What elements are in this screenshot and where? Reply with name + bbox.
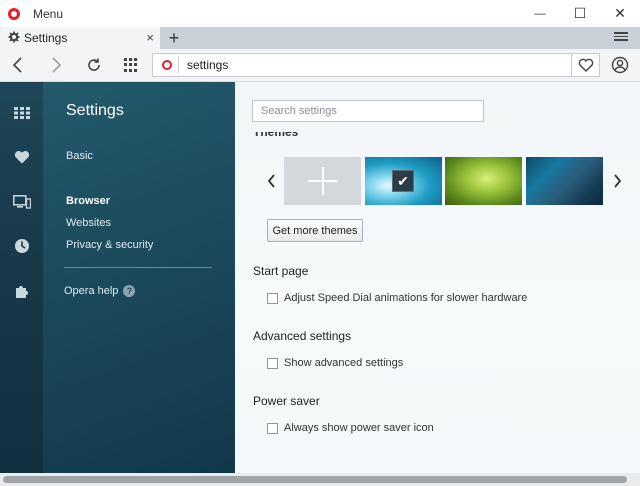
settings-content: Themes ✔ Get more themes Start page Adju… bbox=[235, 82, 640, 473]
maximize-icon: ☐ bbox=[573, 5, 587, 21]
nav-divider bbox=[64, 267, 212, 268]
devices-icon[interactable] bbox=[13, 193, 31, 211]
get-more-themes-button[interactable]: Get more themes bbox=[267, 219, 363, 242]
back-icon bbox=[12, 57, 22, 73]
toolbar: settings bbox=[0, 49, 640, 82]
checkbox[interactable] bbox=[267, 292, 278, 304]
opera-logo-icon bbox=[8, 7, 20, 20]
theme-tile[interactable] bbox=[526, 157, 603, 205]
theme-tile-selected[interactable]: ✔ bbox=[365, 157, 442, 205]
theme-tile[interactable] bbox=[445, 157, 522, 205]
minimize-button[interactable]: — bbox=[520, 0, 560, 27]
address-text[interactable]: settings bbox=[187, 58, 228, 72]
sidebar-heart-icon[interactable] bbox=[13, 148, 31, 166]
chevron-left-icon bbox=[267, 174, 275, 188]
help-icon: ? bbox=[123, 285, 136, 297]
search-box[interactable] bbox=[252, 100, 484, 122]
power-saver-heading: Power saver bbox=[253, 394, 320, 408]
speed-dial-button[interactable] bbox=[119, 53, 143, 77]
close-icon: ✕ bbox=[614, 5, 626, 21]
themes-next-button[interactable] bbox=[609, 169, 625, 193]
scrollbar-thumb[interactable] bbox=[3, 476, 627, 483]
option-label: Always show power saver icon bbox=[284, 422, 434, 434]
tab-menu-icon[interactable] bbox=[614, 30, 628, 44]
maximize-button[interactable]: ☐ bbox=[560, 0, 600, 27]
profile-button[interactable] bbox=[606, 53, 634, 77]
option-label: Adjust Speed Dial animations for slower … bbox=[284, 292, 528, 304]
page-title: Settings bbox=[66, 102, 124, 119]
show-advanced-settings-option[interactable]: Show advanced settings bbox=[267, 357, 403, 369]
opera-page-icon bbox=[162, 60, 172, 70]
profile-icon bbox=[611, 56, 629, 74]
checkbox[interactable] bbox=[267, 357, 278, 369]
nav-item-browser[interactable]: Browser bbox=[66, 195, 110, 207]
gear-icon bbox=[8, 31, 20, 46]
start-page-heading: Start page bbox=[253, 264, 309, 278]
history-icon[interactable] bbox=[13, 237, 31, 255]
tab-title: Settings bbox=[24, 31, 68, 45]
menu-label: Menu bbox=[33, 6, 64, 21]
opera-help-label: Opera help bbox=[64, 285, 119, 297]
themes-heading: Themes bbox=[253, 132, 298, 138]
themes-carousel: ✔ bbox=[235, 157, 640, 205]
search-input[interactable] bbox=[261, 105, 483, 117]
back-button[interactable] bbox=[6, 53, 30, 77]
opera-menu-button[interactable]: Menu bbox=[0, 0, 63, 27]
extensions-icon[interactable] bbox=[13, 282, 31, 300]
heart-icon bbox=[578, 58, 593, 72]
power-saver-icon-option[interactable]: Always show power saver icon bbox=[267, 422, 434, 434]
minimize-icon: — bbox=[534, 7, 546, 20]
tab-settings[interactable]: Settings × bbox=[0, 27, 160, 49]
tab-bar: Settings × + bbox=[0, 27, 640, 49]
speed-dial-icon[interactable] bbox=[13, 104, 31, 122]
window-controls: — ☐ ✕ bbox=[520, 0, 640, 27]
plus-icon-stem bbox=[322, 167, 324, 195]
speed-dial-animations-option[interactable]: Adjust Speed Dial animations for slower … bbox=[267, 292, 527, 304]
forward-icon bbox=[52, 57, 62, 73]
address-divider bbox=[178, 57, 179, 73]
opera-help-link[interactable]: Opera help ? bbox=[64, 285, 136, 297]
title-bar: Menu — ☐ ✕ bbox=[0, 0, 640, 27]
horizontal-scrollbar[interactable] bbox=[0, 473, 640, 486]
close-window-button[interactable]: ✕ bbox=[600, 0, 640, 27]
new-tab-button[interactable]: + bbox=[165, 27, 183, 49]
add-theme-tile[interactable] bbox=[284, 157, 361, 205]
settings-nav: Settings Basic Browser Websites Privacy … bbox=[43, 82, 235, 473]
tab-close-icon[interactable]: × bbox=[146, 30, 154, 45]
forward-button[interactable] bbox=[44, 53, 68, 77]
reload-icon bbox=[88, 58, 100, 71]
advanced-settings-heading: Advanced settings bbox=[253, 329, 352, 343]
grid-icon bbox=[124, 58, 138, 72]
nav-item-basic[interactable]: Basic bbox=[66, 150, 93, 162]
bookmark-button[interactable] bbox=[572, 53, 600, 77]
checkmark-icon: ✔ bbox=[392, 170, 414, 192]
nav-item-websites[interactable]: Websites bbox=[66, 217, 111, 229]
address-bar[interactable]: settings bbox=[152, 53, 572, 77]
reload-button[interactable] bbox=[82, 53, 106, 77]
sidebar bbox=[0, 82, 43, 473]
nav-item-privacy[interactable]: Privacy & security bbox=[66, 239, 153, 251]
option-label: Show advanced settings bbox=[284, 357, 404, 369]
themes-prev-button[interactable] bbox=[264, 169, 280, 193]
chevron-right-icon bbox=[614, 174, 622, 188]
checkbox[interactable] bbox=[267, 422, 278, 434]
